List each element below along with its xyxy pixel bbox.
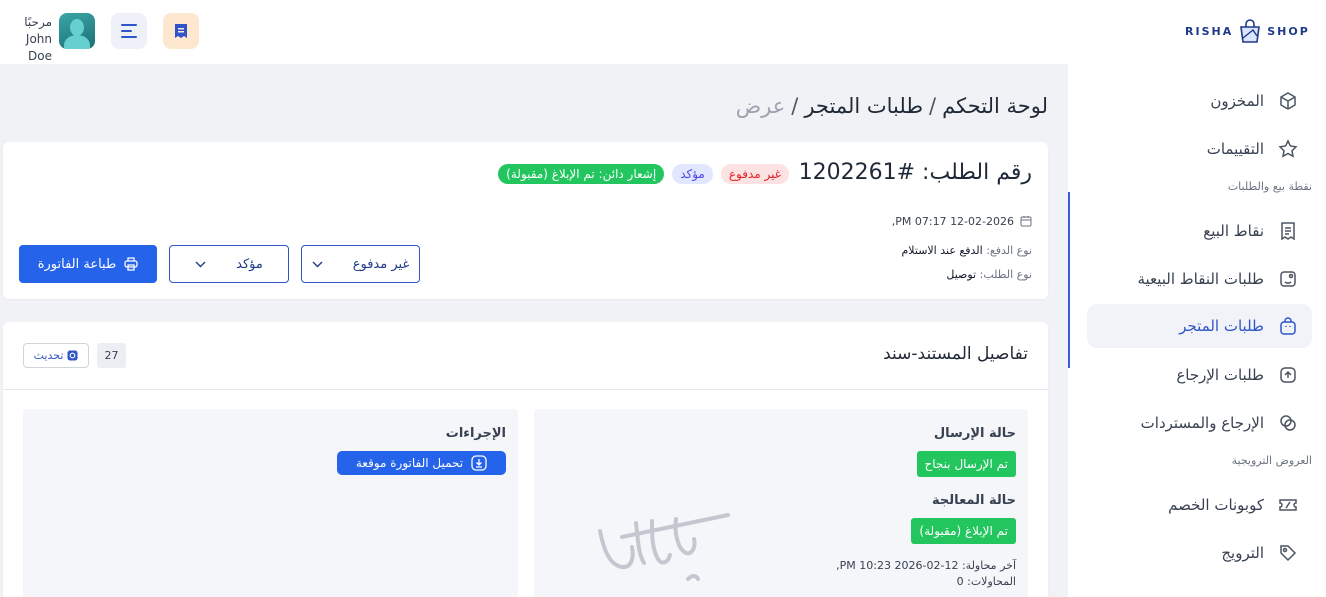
sidebar-section-pos: نقطة بيع والطلبات — [1227, 180, 1312, 193]
divider — [3, 389, 1048, 390]
document-count: 27 — [97, 343, 126, 368]
star-icon — [1278, 139, 1298, 158]
last-attempt-text: آخر محاولة: 12-02-2026 10:23 PM, — [836, 559, 1016, 572]
chevron-down-icon — [195, 261, 206, 267]
payment-type-value: الدفع عند الاستلام — [901, 244, 983, 257]
order-status-select[interactable]: مؤكد — [169, 245, 289, 283]
document-details-card: تفاصيل المستند-سند 27 تحديث حالة الإرسال… — [3, 322, 1048, 597]
return-box-icon — [1280, 367, 1296, 383]
confirmed-badge: مؤكد — [672, 164, 713, 184]
processing-status-heading: حالة المعالجة — [932, 493, 1016, 508]
order-datetime: 12-02-2026 07:17 PM, — [892, 215, 1032, 228]
document-details-title: تفاصيل المستند-سند — [883, 344, 1028, 364]
refresh-button[interactable]: تحديث — [23, 343, 89, 368]
calendar-icon — [1020, 216, 1032, 227]
sidebar-item-label: التقييمات — [1206, 140, 1264, 158]
sidebar-item-pos-orders[interactable]: طلبات النقاط البيعية — [1087, 257, 1312, 301]
shopping-bag-logo-icon — [1240, 19, 1261, 43]
greeting-text: مرحبًا — [24, 15, 52, 29]
order-type-label: نوع الطلب: — [979, 268, 1032, 281]
attempts-count-text: المحاولات: 0 — [956, 575, 1016, 588]
sidebar-item-label: الترويج — [1221, 544, 1264, 562]
breadcrumb-dashboard[interactable]: لوحة التحكم — [942, 94, 1048, 118]
actions-heading: الإجراءات — [445, 426, 506, 441]
order-datetime-text: 12-02-2026 07:17 PM, — [891, 215, 1014, 228]
payment-status-value: غير مدفوع — [352, 256, 410, 272]
avatar[interactable] — [59, 13, 95, 49]
watermark-logo — [598, 513, 730, 581]
printer-icon — [124, 257, 138, 271]
processing-status-badge: تم الإبلاغ (مقبولة) — [911, 518, 1016, 544]
shopping-bag-icon — [1280, 317, 1296, 335]
refresh-icon — [67, 350, 78, 361]
download-icon — [471, 455, 487, 471]
sidebar-item-label: طلبات النقاط البيعية — [1137, 270, 1264, 288]
breadcrumb: لوحة التحكم/طلبات المتجر/عرض — [735, 94, 1048, 118]
sidebar-item-label: كوبونات الخصم — [1168, 496, 1264, 514]
refund-icon — [1280, 415, 1296, 431]
chevron-down-icon — [312, 261, 323, 267]
print-invoice-label: طباعة الفاتورة — [37, 256, 117, 272]
sidebar-item-label: نقاط البيع — [1203, 222, 1264, 240]
sidebar-item-reviews[interactable]: التقييمات — [1087, 127, 1312, 171]
payment-type: نوع الدفع: الدفع عند الاستلام — [902, 244, 1033, 257]
brand-logo[interactable]: RISHA SHOP — [1185, 16, 1310, 46]
sidebar-item-label: المخزون — [1210, 92, 1264, 110]
box-icon — [1280, 92, 1296, 110]
user-greeting: مرحبًا John Doe — [0, 14, 52, 65]
sidebar-item-return-orders[interactable]: طلبات الإرجاع — [1087, 353, 1312, 397]
tag-icon — [1280, 545, 1297, 562]
credit-notice-badge: إشعار دائن: تم الإبلاغ (مقبولة) — [498, 164, 665, 184]
sidebar-item-promotion[interactable]: الترويج — [1087, 531, 1312, 575]
refresh-label: تحديث — [33, 349, 64, 362]
logo-text-right: SHOP — [1267, 24, 1310, 38]
menu-toggle-button[interactable] — [111, 13, 147, 49]
order-summary-card: رقم الطلب: #1202261 غير مدفوع مؤكد إشعار… — [3, 142, 1048, 299]
actions-panel: الإجراءات تحميل الفاتورة موقعة — [23, 409, 518, 597]
sidebar-item-label: طلبات الإرجاع — [1176, 366, 1264, 384]
sidebar-item-pos[interactable]: نقاط البيع — [1087, 209, 1312, 253]
logo-text-left: RISHA — [1185, 24, 1234, 38]
payment-status-select[interactable]: غير مدفوع — [301, 245, 420, 283]
payment-type-label: نوع الدفع: — [986, 244, 1032, 257]
pos-orders-icon — [1280, 271, 1296, 287]
menu-lines-icon — [121, 24, 137, 38]
sidebar-item-label: طلبات المتجر — [1179, 317, 1264, 335]
pos-button[interactable] — [163, 13, 199, 49]
coupon-icon — [1279, 499, 1297, 511]
top-bar: مرحبًا John Doe RISHA SHOP — [0, 0, 1326, 64]
breadcrumb-store-orders[interactable]: طلبات المتجر — [804, 94, 923, 118]
unpaid-badge: غير مدفوع — [720, 164, 789, 184]
sidebar-item-inventory[interactable]: المخزون — [1087, 79, 1312, 123]
order-badges: غير مدفوع مؤكد إشعار دائن: تم الإبلاغ (م… — [498, 164, 789, 184]
print-invoice-button[interactable]: طباعة الفاتورة — [19, 245, 157, 283]
sidebar: المخزون التقييمات نقطة بيع والطلبات نقاط… — [1068, 64, 1326, 597]
order-status-value: مؤكد — [236, 256, 263, 272]
order-type-value: توصيل — [946, 268, 977, 281]
order-number-title: رقم الطلب: #1202261 — [798, 160, 1032, 185]
sidebar-item-label: الإرجاع والمستردات — [1140, 414, 1264, 432]
sending-status-panel: حالة الإرسال تم الإرسال بنجاح حالة المعا… — [534, 409, 1028, 597]
sidebar-item-refunds[interactable]: الإرجاع والمستردات — [1087, 401, 1312, 445]
send-status-badge: تم الإرسال بنجاح — [916, 451, 1016, 477]
sidebar-scrollbar[interactable] — [1068, 192, 1070, 368]
sidebar-section-promo: العروض الترويجية — [1231, 454, 1312, 467]
send-status-heading: حالة الإرسال — [933, 426, 1016, 441]
receipt-icon — [175, 24, 187, 38]
sidebar-item-store-orders[interactable]: طلبات المتجر — [1087, 304, 1312, 348]
receipt-icon — [1281, 222, 1295, 241]
sidebar-item-coupons[interactable]: كوبونات الخصم — [1087, 483, 1312, 527]
user-name: John Doe — [25, 32, 52, 63]
download-label: تحميل الفاتورة موقعة — [355, 456, 464, 470]
download-signed-invoice-button[interactable]: تحميل الفاتورة موقعة — [337, 451, 506, 475]
order-type: نوع الطلب: توصيل — [946, 268, 1032, 281]
breadcrumb-current: عرض — [735, 94, 786, 118]
